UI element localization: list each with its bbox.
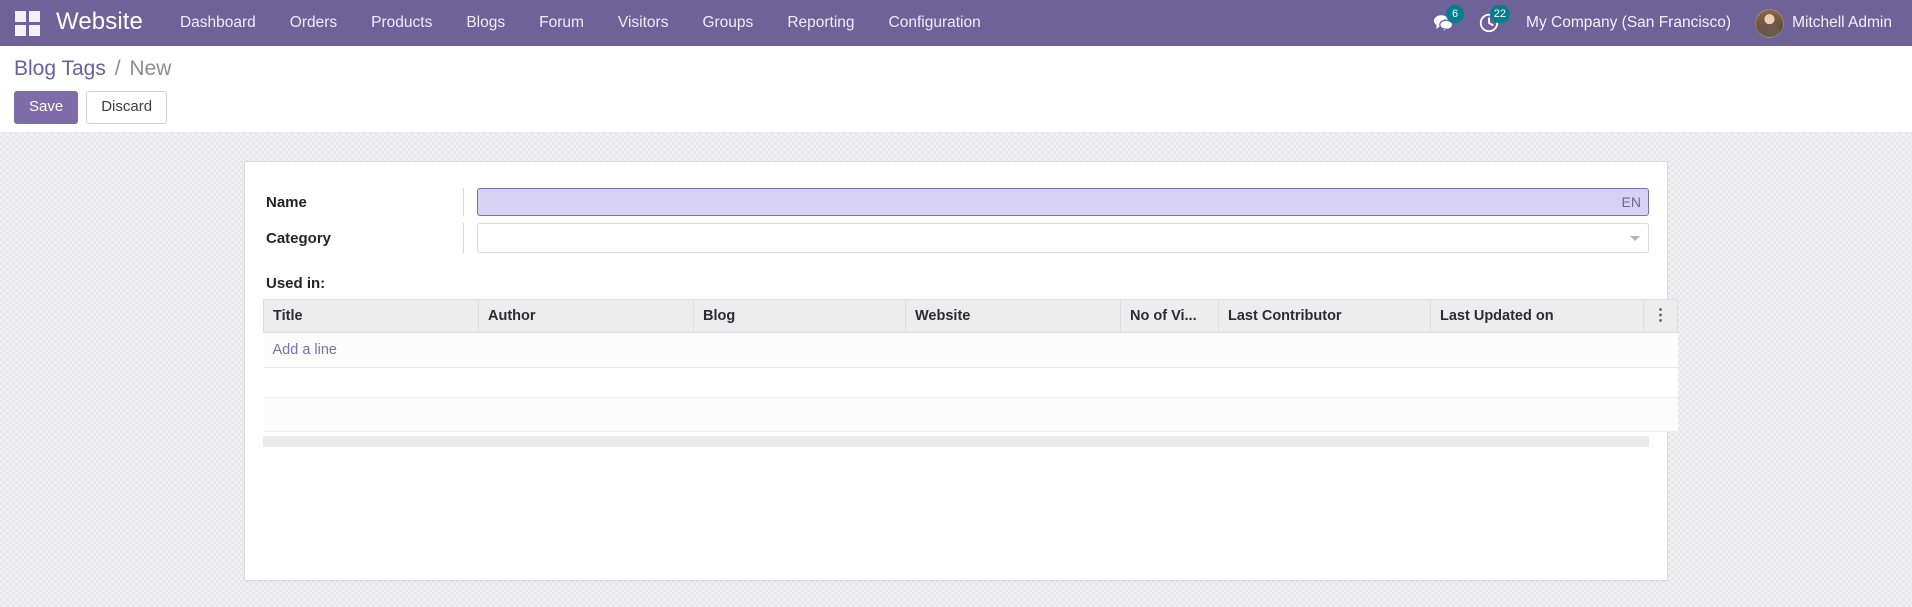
main-menu: Dashboard Orders Products Blogs Forum Vi…	[163, 0, 998, 46]
column-header-last-contributor[interactable]: Last Contributor	[1218, 299, 1431, 334]
apps-grid-icon[interactable]	[14, 10, 40, 36]
menu-item-dashboard[interactable]: Dashboard	[163, 0, 273, 46]
table-header-row: Title Author Blog Website No of Vi... La…	[263, 299, 1678, 334]
app-brand-website[interactable]: Website	[56, 8, 143, 38]
column-header-last-updated-on[interactable]: Last Updated on	[1430, 299, 1644, 334]
apps-grid-cell	[14, 24, 26, 36]
field-label-name: Name	[266, 193, 307, 211]
breadcrumb-separator: /	[114, 57, 121, 80]
column-header-title[interactable]: Title	[263, 299, 479, 334]
navbar-right-cluster: 6 22 My Company (San Francisco) Mitchell…	[1420, 0, 1898, 46]
name-input[interactable]	[477, 188, 1649, 217]
menu-item-groups[interactable]: Groups	[685, 0, 770, 46]
form-action-buttons: Save Discard	[14, 91, 1912, 125]
menu-item-visitors[interactable]: Visitors	[601, 0, 686, 46]
apps-grid-cell	[28, 10, 40, 22]
column-header-author[interactable]: Author	[478, 299, 694, 334]
company-switcher[interactable]: My Company (San Francisco)	[1512, 14, 1745, 32]
breadcrumb: Blog Tags / New	[14, 56, 1912, 81]
column-header-no-of-views[interactable]: No of Vi...	[1120, 299, 1219, 334]
avatar	[1755, 8, 1785, 38]
used-in-label: Used in:	[266, 275, 326, 293]
apps-grid-cell	[14, 10, 26, 22]
control-panel: Blog Tags / New Save Discard	[0, 46, 1912, 134]
column-header-website[interactable]: Website	[905, 299, 1121, 334]
category-input[interactable]	[477, 223, 1649, 254]
activities-button[interactable]: 22	[1466, 0, 1512, 46]
menu-item-products[interactable]: Products	[354, 0, 449, 46]
form-background: Name EN Category Used in: Title Author B…	[0, 133, 1912, 607]
add-a-line-cell: Add a line	[263, 332, 1678, 369]
form-fields: Name EN Category	[263, 188, 1649, 254]
menu-item-orders[interactable]: Orders	[273, 0, 354, 46]
table-spacer-row	[263, 367, 1678, 398]
menu-item-blogs[interactable]: Blogs	[449, 0, 522, 46]
breadcrumb-parent-blog-tags[interactable]: Blog Tags	[14, 57, 106, 80]
messages-button[interactable]: 6	[1420, 0, 1466, 46]
top-navbar: Website Dashboard Orders Products Blogs …	[0, 0, 1912, 46]
table-body: Add a line	[263, 332, 1678, 433]
used-in-table: Title Author Blog Website No of Vi... La…	[263, 299, 1678, 433]
vertical-dots-icon: ⋮	[1652, 307, 1669, 325]
form-sheet: Name EN Category Used in: Title Author B…	[244, 161, 1678, 582]
user-name-label: Mitchell Admin	[1792, 14, 1892, 31]
add-a-line-link[interactable]: Add a line	[273, 342, 338, 358]
discard-button[interactable]: Discard	[86, 91, 168, 125]
column-header-blog[interactable]: Blog	[693, 299, 906, 334]
activities-badge: 22	[1489, 5, 1511, 23]
add-a-line-row[interactable]: Add a line	[263, 332, 1678, 369]
field-row-category: Category	[263, 223, 1649, 254]
field-divider	[463, 188, 464, 217]
menu-item-forum[interactable]: Forum	[522, 0, 601, 46]
menu-item-reporting[interactable]: Reporting	[770, 0, 871, 46]
scrollbar-thumb[interactable]	[263, 436, 1649, 448]
table-empty-row	[263, 397, 1678, 433]
messages-badge: 6	[1446, 5, 1465, 23]
field-control-name: EN	[477, 188, 1649, 217]
save-button[interactable]: Save	[14, 91, 79, 125]
user-menu[interactable]: Mitchell Admin	[1745, 0, 1898, 46]
field-control-category	[477, 223, 1649, 254]
menu-item-configuration[interactable]: Configuration	[872, 0, 998, 46]
field-row-name: Name EN	[263, 188, 1649, 217]
table-horizontal-scrollbar[interactable]	[263, 436, 1649, 448]
field-label-category: Category	[266, 229, 332, 247]
column-options-button[interactable]: ⋮	[1643, 299, 1678, 334]
field-divider	[463, 223, 464, 254]
breadcrumb-current-new: New	[129, 57, 172, 80]
apps-grid-cell	[28, 24, 40, 36]
